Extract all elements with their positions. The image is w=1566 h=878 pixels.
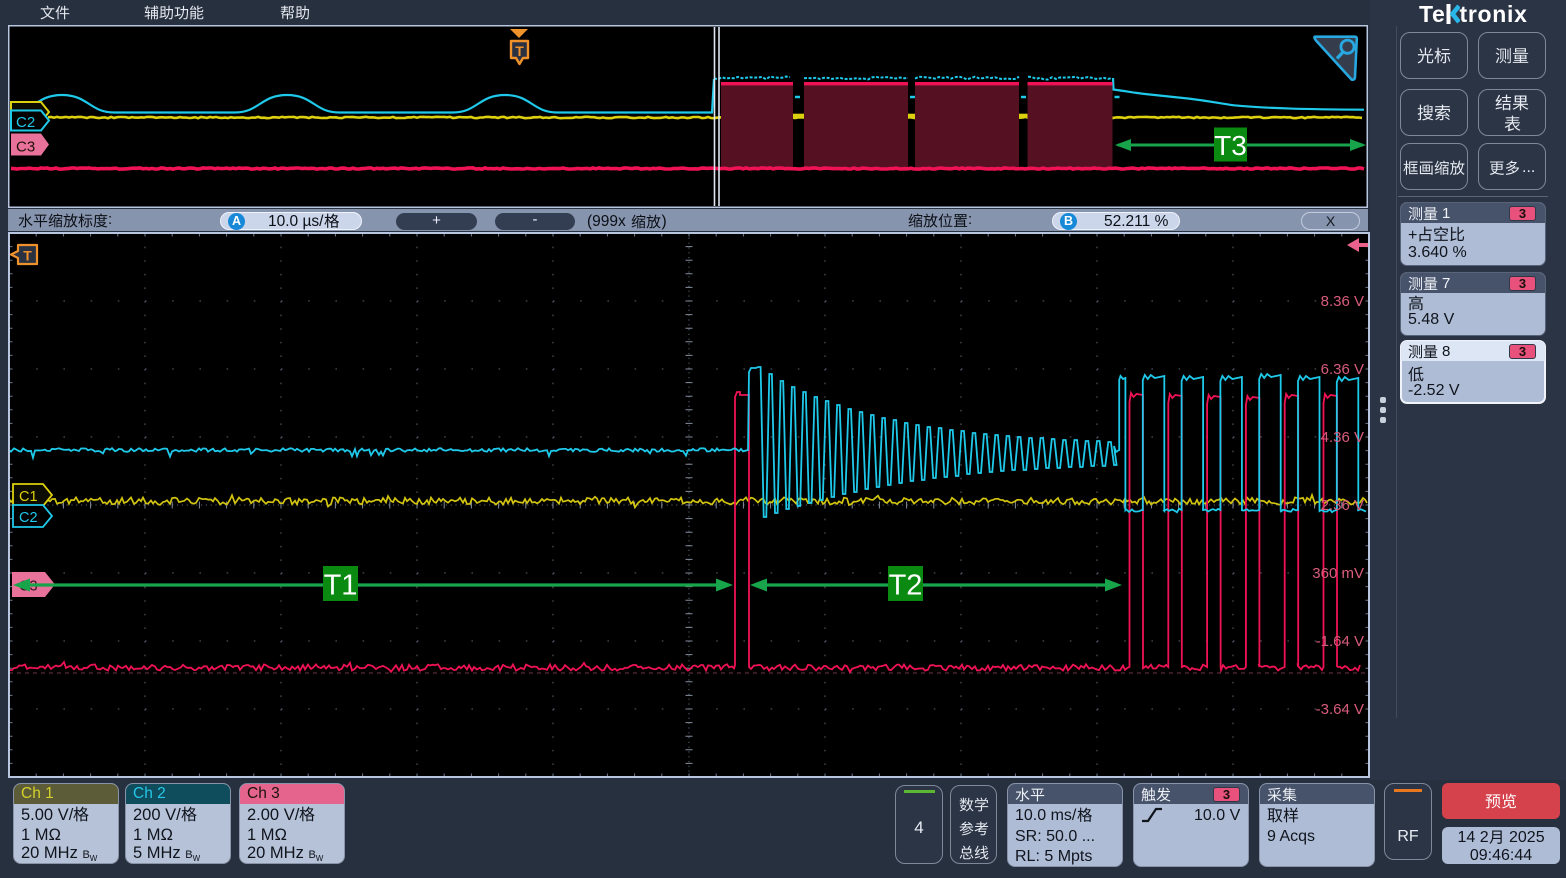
svg-text:T2: T2 [889, 570, 923, 602]
svg-text:C2: C2 [16, 114, 35, 131]
svg-text:T3: T3 [1214, 130, 1247, 161]
svg-text:T1: T1 [324, 570, 358, 602]
svg-text:2.36 V: 2.36 V [1321, 497, 1364, 514]
svg-text:C3: C3 [16, 139, 35, 156]
svg-text:6.36 V: 6.36 V [1321, 361, 1364, 378]
svg-text:T: T [23, 248, 32, 264]
svg-text:360 mV: 360 mV [1312, 565, 1364, 582]
svg-text:C1: C1 [19, 489, 38, 505]
svg-text:-3.64 V: -3.64 V [1316, 701, 1364, 718]
svg-text:4.36 V: 4.36 V [1321, 429, 1364, 446]
svg-text:T: T [515, 43, 524, 59]
svg-text:8.36 V: 8.36 V [1321, 293, 1364, 310]
svg-text:-1.64 V: -1.64 V [1316, 633, 1364, 650]
svg-text:C2: C2 [19, 510, 38, 526]
